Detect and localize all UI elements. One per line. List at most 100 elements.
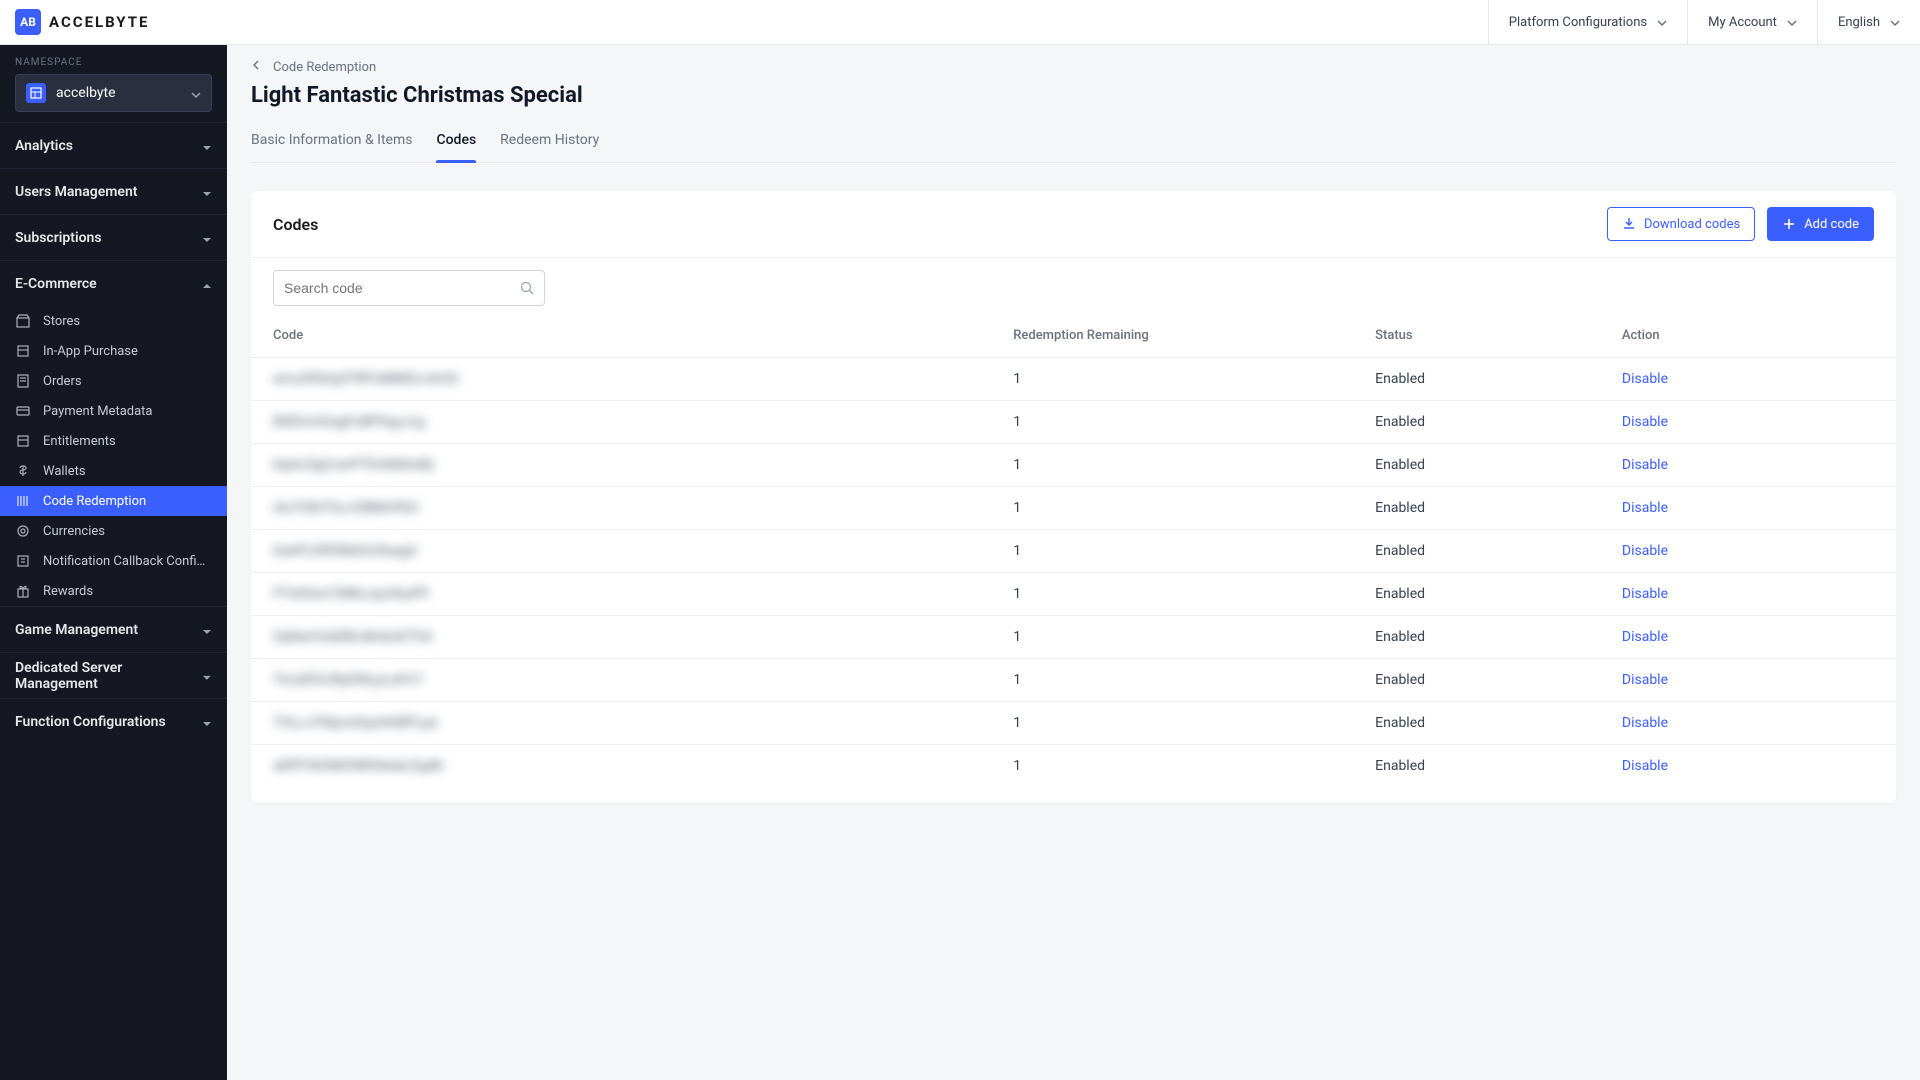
sidebar-item-orders[interactable]: Orders <box>0 366 227 396</box>
sidebar-section-ecommerce[interactable]: E-Commerce <box>0 260 227 306</box>
sidebar-section-game[interactable]: Game Management <box>0 606 227 652</box>
disable-link[interactable]: Disable <box>1622 586 1668 602</box>
caret-down-icon <box>202 233 212 243</box>
sidebar-section-users[interactable]: Users Management <box>0 168 227 214</box>
code-value: ktphcSgCswPTDnMdtoMj <box>273 457 433 473</box>
my-account-menu[interactable]: My Account <box>1687 0 1817 44</box>
logo-badge-icon: AB <box>15 9 41 35</box>
sidebar-item-currencies[interactable]: Currencies <box>0 516 227 546</box>
language-menu[interactable]: English <box>1817 0 1920 44</box>
disable-link[interactable]: Disable <box>1622 500 1668 516</box>
search-box[interactable] <box>273 270 545 306</box>
plus-icon <box>1782 217 1796 231</box>
dollar-icon <box>15 463 31 479</box>
sidebar-item-label: Entitlements <box>43 434 116 449</box>
codes-table: Code Redemption Remaining Status Action … <box>251 314 1896 787</box>
sidebar-item-in-app-purchase[interactable]: In-App Purchase <box>0 336 227 366</box>
sidebar-section-label: Dedicated Server Management <box>15 660 202 692</box>
sidebar-section-function[interactable]: Function Configurations <box>0 698 227 744</box>
disable-link[interactable]: Disable <box>1622 457 1668 473</box>
sidebar-section-server[interactable]: Dedicated Server Management <box>0 652 227 698</box>
redemption-remaining: 1 <box>991 530 1353 573</box>
platform-configurations-label: Platform Configurations <box>1509 15 1647 30</box>
codes-panel: Codes Download codes Add code <box>251 191 1896 803</box>
table-row: ktphcSgCswPTDnMdtoMj1EnabledDisable <box>251 444 1896 487</box>
status-value: Enabled <box>1353 530 1600 573</box>
cart-icon <box>15 343 31 359</box>
disable-link[interactable]: Disable <box>1622 543 1668 559</box>
status-value: Enabled <box>1353 358 1600 401</box>
my-account-label: My Account <box>1708 15 1777 30</box>
caret-down-icon <box>202 717 212 727</box>
disable-link[interactable]: Disable <box>1622 758 1668 774</box>
table-row: TnLbEf4JRpDNLpLaPoT1EnabledDisable <box>251 659 1896 702</box>
sidebar-item-entitlements[interactable]: Entitlements <box>0 426 227 456</box>
namespace-icon <box>26 83 46 103</box>
sidebar-item-code-redemption[interactable]: Code Redemption <box>0 486 227 516</box>
coin-icon <box>15 523 31 539</box>
sidebar-item-wallets[interactable]: Wallets <box>0 456 227 486</box>
page-title: Light Fantastic Christmas Special <box>251 83 1896 108</box>
disable-link[interactable]: Disable <box>1622 672 1668 688</box>
arrow-left-icon <box>251 59 263 75</box>
chevron-down-icon <box>1787 17 1797 27</box>
download-codes-button[interactable]: Download codes <box>1607 207 1755 241</box>
chevron-down-icon <box>191 88 201 98</box>
sidebar-item-stores[interactable]: Stores <box>0 306 227 336</box>
code-value: amuXfbSqSTRPoMMDLmbVb <box>273 371 459 387</box>
platform-configurations-menu[interactable]: Platform Configurations <box>1488 0 1687 44</box>
add-code-button[interactable]: Add code <box>1767 207 1874 241</box>
table-row: BXEhchGagFuBPXqyJcg1EnabledDisable <box>251 401 1896 444</box>
status-value: Enabled <box>1353 401 1600 444</box>
redemption-remaining: 1 <box>991 745 1353 788</box>
code-value: SqNarHobEBcdknbnEThd <box>273 629 432 645</box>
code-value: THLcJYNpnsSqwhhBPLpe <box>273 715 438 731</box>
sidebar-item-payment-metadata[interactable]: Payment Metadata <box>0 396 227 426</box>
status-value: Enabled <box>1353 745 1600 788</box>
add-code-label: Add code <box>1804 217 1859 232</box>
code-value: PToKSonTdMLoqchbaPfi <box>273 586 429 602</box>
sidebar-section-label: Users Management <box>15 184 137 200</box>
sidebar-item-label: Currencies <box>43 524 105 539</box>
sidebar-item-label: Orders <box>43 374 82 389</box>
disable-link[interactable]: Disable <box>1622 414 1668 430</box>
logo[interactable]: AB ACCELBYTE <box>0 0 227 44</box>
box-icon <box>15 433 31 449</box>
th-action: Action <box>1600 314 1896 358</box>
code-value: baePLDR50kbScRaagd <box>273 543 416 559</box>
logo-text: ACCELBYTE <box>49 13 149 31</box>
status-value: Enabled <box>1353 444 1600 487</box>
namespace-selector[interactable]: accelbyte <box>15 74 212 112</box>
sidebar-item-label: Stores <box>43 314 80 329</box>
caret-down-icon <box>202 141 212 151</box>
sidebar-item-notification-callback-configu[interactable]: Notification Callback Configu... <box>0 546 227 576</box>
caret-down-icon <box>202 671 212 681</box>
tab-redeem-history[interactable]: Redeem History <box>500 122 599 162</box>
status-value: Enabled <box>1353 573 1600 616</box>
disable-link[interactable]: Disable <box>1622 371 1668 387</box>
redemption-remaining: 1 <box>991 401 1353 444</box>
search-input[interactable] <box>284 280 512 296</box>
main-content: Code Redemption Light Fantastic Christma… <box>227 45 1920 1080</box>
th-status: Status <box>1353 314 1600 358</box>
sidebar-section-analytics[interactable]: Analytics <box>0 122 227 168</box>
tab-codes[interactable]: Codes <box>436 122 476 162</box>
caret-down-icon <box>202 625 212 635</box>
breadcrumb-text: Code Redemption <box>273 60 376 75</box>
disable-link[interactable]: Disable <box>1622 629 1668 645</box>
breadcrumb[interactable]: Code Redemption <box>251 59 1896 75</box>
status-value: Enabled <box>1353 487 1600 530</box>
th-redemption: Redemption Remaining <box>991 314 1353 358</box>
barcode-icon <box>15 493 31 509</box>
sidebar-item-rewards[interactable]: Rewards <box>0 576 227 606</box>
bell-icon <box>15 553 31 569</box>
table-row: SqNarHobEBcdknbnEThd1EnabledDisable <box>251 616 1896 659</box>
code-value: TnLbEf4JRpDNLpLaPoT <box>273 672 423 688</box>
search-icon <box>520 281 534 295</box>
sidebar-section-subscriptions[interactable]: Subscriptions <box>0 214 227 260</box>
redemption-remaining: 1 <box>991 702 1353 745</box>
disable-link[interactable]: Disable <box>1622 715 1668 731</box>
tab-basic-information[interactable]: Basic Information & Items <box>251 122 412 162</box>
sidebar-item-label: In-App Purchase <box>43 344 138 359</box>
panel-title: Codes <box>273 215 1607 234</box>
